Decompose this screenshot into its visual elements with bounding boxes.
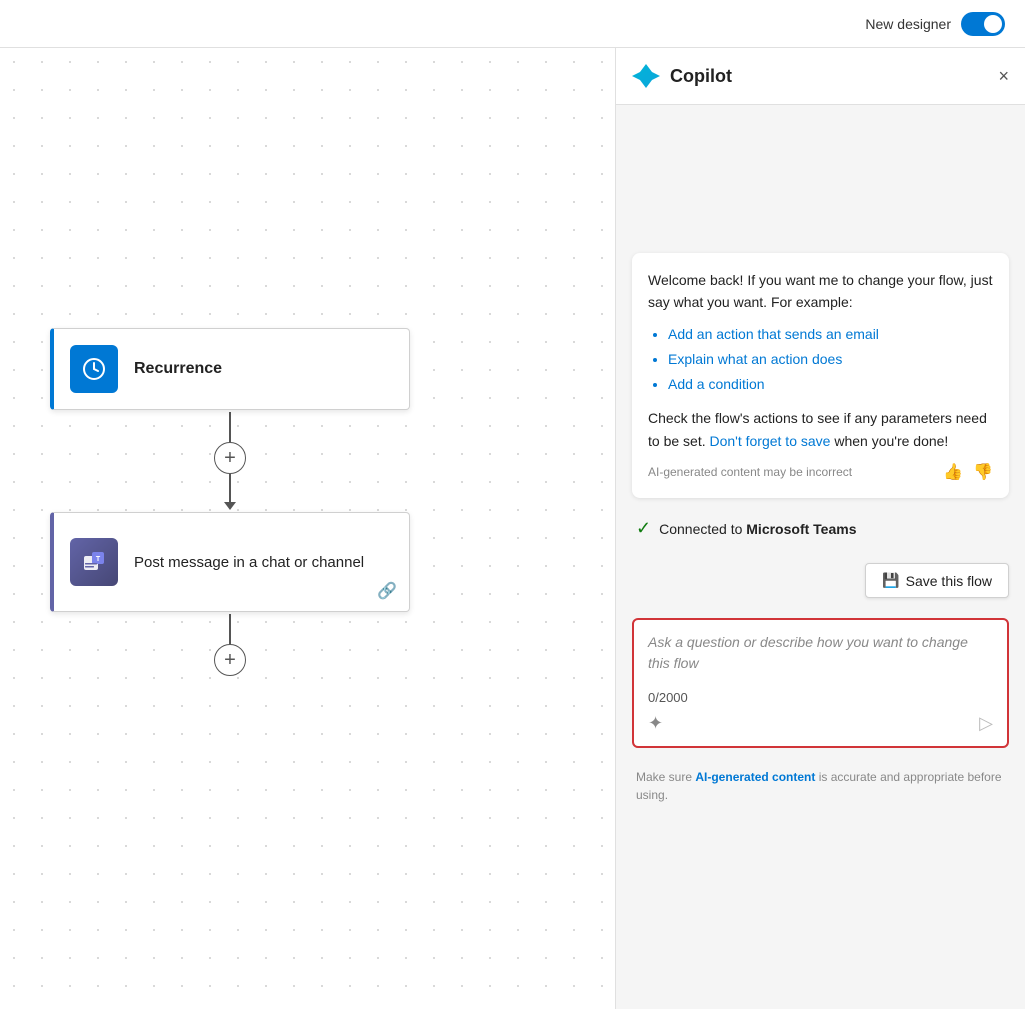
flow-canvas[interactable]: Recurrence + T [0,48,615,1009]
copilot-logo-icon [632,62,660,90]
copilot-title: Copilot [670,66,732,87]
copilot-title-area: Copilot [632,62,732,90]
add-step-button-2[interactable]: + [214,644,246,676]
close-copilot-button[interactable]: × [998,67,1009,85]
new-designer-toggle[interactable] [961,12,1005,36]
save-button-label: Save this flow [906,573,992,589]
add-step-button-1[interactable]: + [214,442,246,474]
copilot-spacer [632,121,1009,241]
chat-outro: Check the flow's actions to see if any p… [648,407,993,452]
input-counter: 0/2000 [648,690,993,705]
teams-icon: T [70,538,118,586]
example-2: Explain what an action does [668,347,993,372]
ai-disclaimer: AI-generated content may be incorrect [648,465,852,479]
thumbs-down-icon[interactable]: 👎 [973,462,993,482]
connector-line-top [229,412,231,442]
main-area: Recurrence + T [0,48,1025,1009]
save-icon: 💾 [882,572,899,589]
connection-status: ✓ Connected to Microsoft Teams [632,510,1009,547]
example-1: Add an action that sends an email [668,322,993,347]
example-3: Add a condition [668,372,993,397]
recurrence-title: Recurrence [134,360,222,378]
chat-bubble: Welcome back! If you want me to change y… [632,253,1009,498]
new-designer-label: New designer [865,16,951,32]
recurrence-node[interactable]: Recurrence [50,328,410,410]
recurrence-icon [70,345,118,393]
connector-1: + [214,412,246,510]
bottom-disclaimer: Make sure AI-generated content is accura… [632,760,1009,808]
copilot-panel: Copilot × Welcome back! If you want me t… [615,48,1025,1009]
flow-container: Recurrence + T [50,328,410,678]
topbar: New designer [0,0,1025,48]
sparkle-icon: ✦ [648,713,663,734]
copilot-body: Welcome back! If you want me to change y… [616,105,1025,1009]
connector-line-2 [229,614,231,644]
arrow-down-1 [224,502,236,510]
check-icon: ✓ [636,518,651,539]
thumbs-up-icon[interactable]: 👍 [943,462,963,482]
feedback-icons: 👍 👎 [943,462,993,482]
connector-2: + [214,614,246,676]
svg-text:T: T [96,556,101,563]
chat-examples-list: Add an action that sends an email Explai… [648,322,993,398]
chat-intro: Welcome back! If you want me to change y… [648,269,993,314]
chat-input-area[interactable]: Ask a question or describe how you want … [632,618,1009,748]
input-actions: ✦ ▷ [648,713,993,734]
copilot-header: Copilot × [616,48,1025,105]
save-flow-button[interactable]: 💾 Save this flow [865,563,1009,598]
send-icon[interactable]: ▷ [979,713,993,734]
connection-text: Connected to Microsoft Teams [659,521,856,537]
link-icon: 🔗 [377,581,397,601]
chat-footer: AI-generated content may be incorrect 👍 … [648,462,993,482]
connector-line-bottom [229,474,231,504]
input-placeholder: Ask a question or describe how you want … [648,632,993,674]
save-area: 💾 Save this flow [632,559,1009,602]
teams-title: Post message in a chat or channel [134,552,364,573]
teams-node[interactable]: T Post message in a chat or channel 🔗 [50,512,410,612]
